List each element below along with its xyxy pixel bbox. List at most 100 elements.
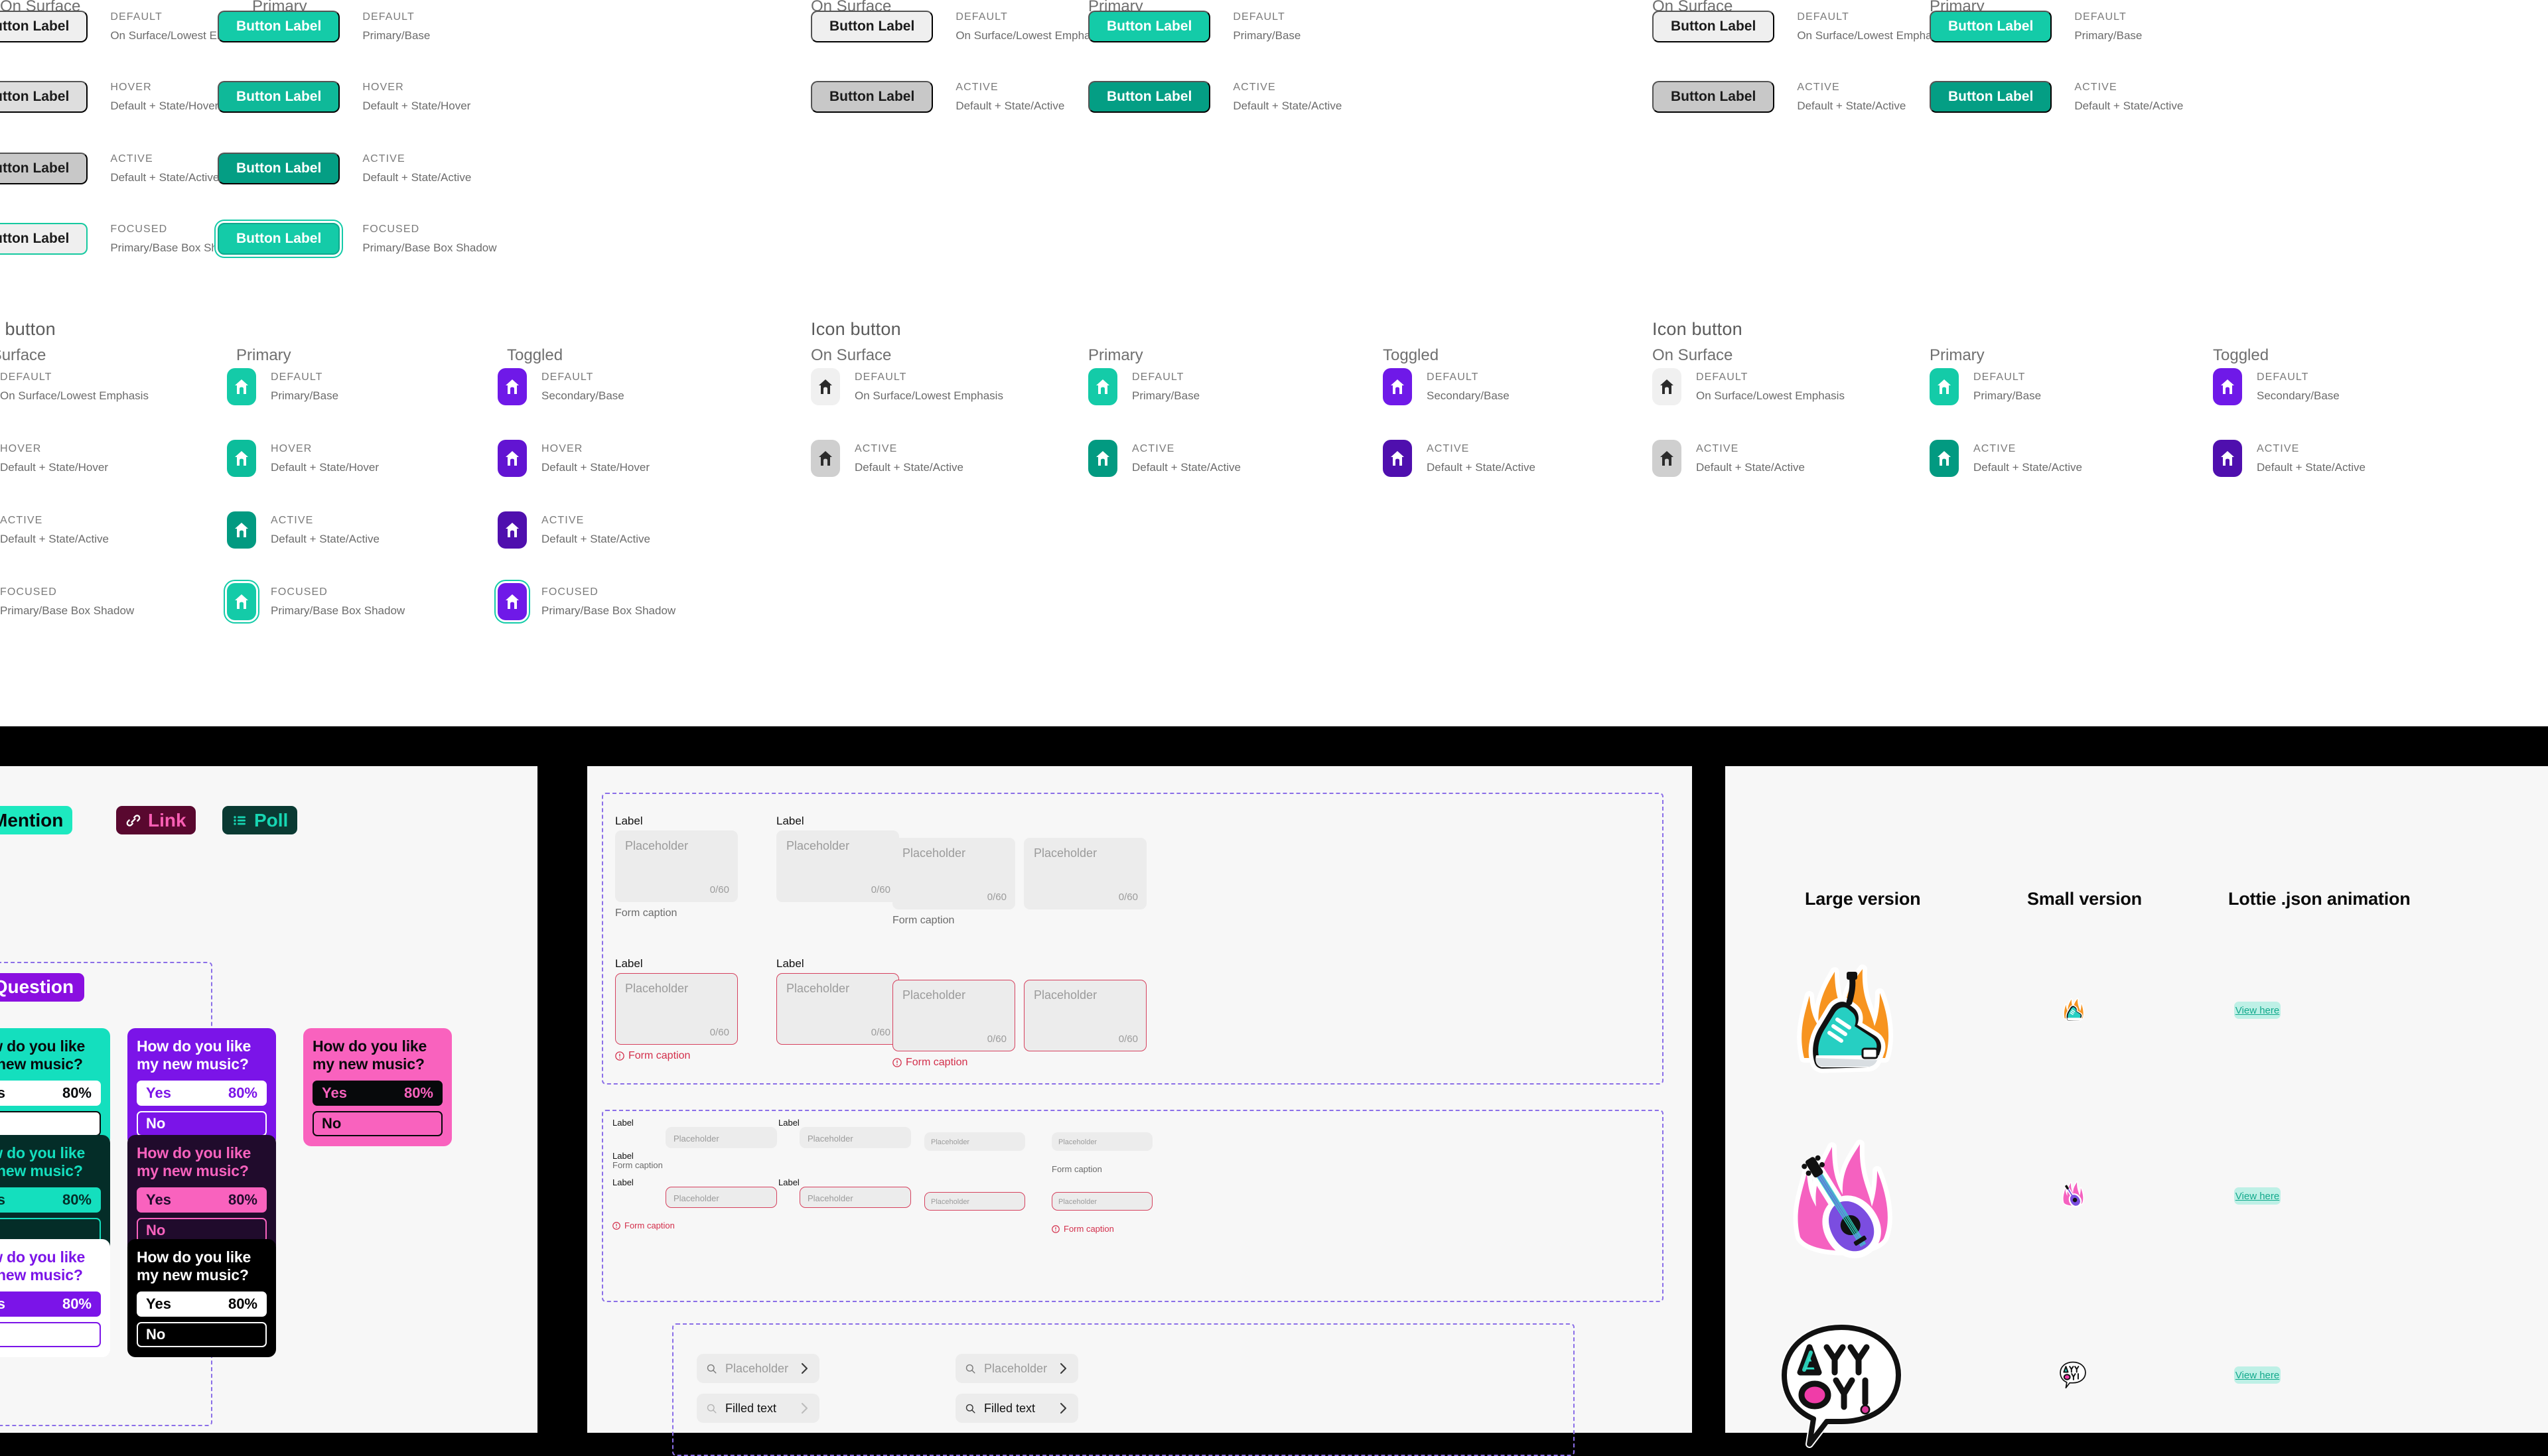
textarea-field[interactable]: Placeholder 0/60 xyxy=(1024,838,1147,909)
icon-button[interactable] xyxy=(1088,440,1117,477)
poll-option-yes[interactable]: Yes 80% xyxy=(137,1081,267,1106)
button-label[interactable]: Button Label xyxy=(1652,11,1775,42)
icon-button[interactable] xyxy=(227,368,256,405)
state-label: DEFAULT xyxy=(1797,11,1849,23)
icon-button[interactable] xyxy=(498,440,527,477)
icon-button[interactable] xyxy=(1383,368,1412,405)
button-label[interactable]: Button Label xyxy=(218,153,340,184)
text-input-error[interactable]: Placeholder xyxy=(666,1187,777,1208)
state-label: DEFAULT xyxy=(1696,371,1748,383)
token-label: On Surface/Lowest Emphasis xyxy=(855,389,1003,402)
text-input-error[interactable]: Placeholder xyxy=(800,1187,911,1208)
textarea-field[interactable]: Placeholder 0/60 xyxy=(892,838,1015,909)
poll-option-no[interactable]: No xyxy=(0,1111,101,1137)
button-label[interactable]: Button Label xyxy=(0,223,88,255)
view-here-button[interactable]: View here xyxy=(2234,1002,2281,1019)
icon-button[interactable] xyxy=(227,440,256,477)
poll-card[interactable]: How do you like my new music? Yes80% No xyxy=(0,1135,110,1254)
field-label: Label xyxy=(778,1118,800,1128)
poll-option-yes[interactable]: Yes 80% xyxy=(137,1187,267,1213)
icon-button-spec-surface-focused: FOCUSED Primary/Base Box Shadow xyxy=(0,583,134,620)
icon-button[interactable] xyxy=(498,511,527,549)
search-select-placeholder[interactable]: Placeholder xyxy=(697,1354,819,1383)
button-label[interactable]: Button Label xyxy=(0,153,88,184)
button-label[interactable]: Button Label xyxy=(1930,11,2052,42)
icon-button[interactable] xyxy=(811,440,840,477)
state-label: ACTIVE xyxy=(110,153,153,165)
icon-button[interactable] xyxy=(498,583,527,620)
chip-poll[interactable]: Poll xyxy=(222,806,298,834)
button-label[interactable]: Button Label xyxy=(811,11,934,42)
search-select-placeholder[interactable]: Placeholder xyxy=(956,1354,1078,1383)
text-input[interactable]: Placeholder xyxy=(800,1127,911,1148)
poll-option-yes[interactable]: Yes 80% xyxy=(0,1291,101,1317)
token-label: Default + State/Active xyxy=(1973,461,2082,474)
state-label: DEFAULT xyxy=(271,371,323,383)
text-input-error[interactable]: Placeholder xyxy=(1052,1192,1153,1211)
poll-card[interactable]: How do you like my new music? Yes80% No xyxy=(127,1239,276,1358)
icon-button[interactable] xyxy=(498,368,527,405)
poll-card[interactable]: How do you like my new music? Yes80% No xyxy=(127,1028,276,1147)
text-input-error[interactable]: Placeholder xyxy=(924,1192,1025,1211)
icon-button[interactable] xyxy=(2213,368,2242,405)
button-label[interactable]: Button Label xyxy=(0,11,88,42)
button-label[interactable]: Button Label xyxy=(218,223,340,255)
poll-option-yes[interactable]: Yes 80% xyxy=(0,1081,101,1106)
icon-button[interactable] xyxy=(227,511,256,549)
poll-card[interactable]: How do you like my new music? Yes80% No xyxy=(127,1135,276,1254)
icon-button[interactable] xyxy=(1652,440,1681,477)
poll-option-yes[interactable]: Yes 80% xyxy=(137,1291,267,1317)
button-label[interactable]: Button Label xyxy=(1930,81,2052,113)
sticker-column-header-small: Small version xyxy=(2027,889,2142,909)
icon-button[interactable] xyxy=(1930,368,1959,405)
textarea-field[interactable]: Placeholder 0/60 xyxy=(615,830,738,902)
text-input[interactable]: Placeholder xyxy=(1052,1132,1153,1151)
state-label: DEFAULT xyxy=(956,11,1008,23)
poll-option-no[interactable]: No xyxy=(137,1322,267,1348)
poll-option-no[interactable]: No xyxy=(313,1111,443,1137)
textarea-field[interactable]: Placeholder 0/60 xyxy=(776,830,899,902)
poll-option-yes[interactable]: Yes 80% xyxy=(0,1187,101,1213)
icon-button[interactable] xyxy=(227,583,256,620)
icon-button[interactable] xyxy=(2213,440,2242,477)
textarea-field-error[interactable]: Placeholder 0/60 xyxy=(892,980,1015,1051)
icon-button[interactable] xyxy=(1930,440,1959,477)
button-label[interactable]: Button Label xyxy=(218,81,340,113)
token-label: Default + State/Hover xyxy=(541,461,650,474)
text-input[interactable]: Placeholder xyxy=(924,1132,1025,1151)
character-counter: 0/60 xyxy=(871,1027,890,1038)
field-label: Label xyxy=(615,815,643,827)
chip-link[interactable]: Link xyxy=(116,806,196,834)
textarea-field-error[interactable]: Placeholder 0/60 xyxy=(776,973,899,1045)
button-label[interactable]: Button Label xyxy=(1652,81,1775,113)
ay-yo-speech-bubble-sticker-large xyxy=(1775,1317,1908,1449)
icon-button[interactable] xyxy=(1383,440,1412,477)
icon-button[interactable] xyxy=(1088,368,1117,405)
home-icon xyxy=(819,379,832,394)
poll-option-label: No xyxy=(146,1222,166,1239)
button-label[interactable]: Button Label xyxy=(218,11,340,42)
poll-card[interactable]: How do you like my new music? Yes80% No xyxy=(303,1028,452,1147)
chip-mention[interactable]: Mention xyxy=(0,806,73,834)
button-label[interactable]: Button Label xyxy=(1088,81,1211,113)
search-select-filled[interactable]: Filled text xyxy=(697,1394,819,1423)
poll-option-yes[interactable]: Yes 80% xyxy=(313,1081,443,1106)
button-label[interactable]: Button Label xyxy=(811,81,934,113)
poll-option-no[interactable]: No xyxy=(0,1322,101,1348)
textarea-field-error[interactable]: Placeholder 0/60 xyxy=(615,973,738,1045)
text-input[interactable]: Placeholder xyxy=(666,1127,777,1148)
button-label[interactable]: Button Label xyxy=(0,81,88,113)
poll-option-no[interactable]: No xyxy=(137,1111,267,1137)
search-select-filled[interactable]: Filled text xyxy=(956,1394,1078,1423)
button-label[interactable]: Button Label xyxy=(1088,11,1211,42)
icon-button[interactable] xyxy=(811,368,840,405)
poll-card[interactable]: How do you like my new music? Yes80% No xyxy=(0,1028,110,1147)
home-icon xyxy=(506,594,519,609)
textarea-field-error[interactable]: Placeholder 0/60 xyxy=(1024,980,1147,1051)
token-label: Default + State/Active xyxy=(855,461,963,474)
view-here-button[interactable]: View here xyxy=(2234,1366,2281,1384)
home-icon xyxy=(1660,451,1673,466)
icon-button[interactable] xyxy=(1652,368,1681,405)
poll-card[interactable]: How do you like my new music? Yes80% No xyxy=(0,1239,110,1358)
view-here-button[interactable]: View here xyxy=(2234,1187,2281,1205)
